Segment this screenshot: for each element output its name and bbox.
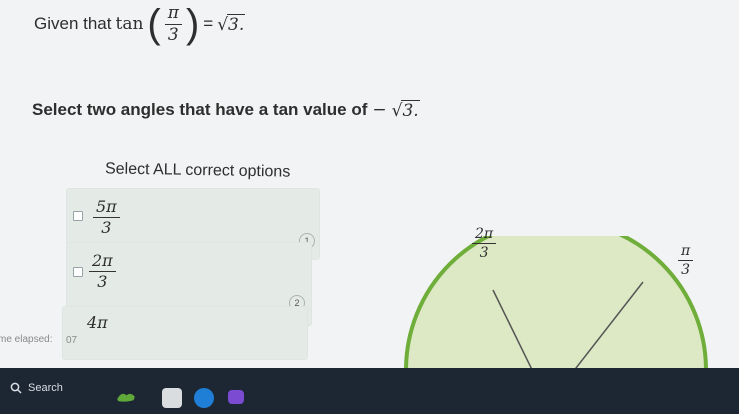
tan-function: tan: [115, 14, 144, 34]
file-explorer-icon[interactable]: [162, 388, 182, 408]
given-fraction: π 3: [164, 4, 182, 44]
taskbar-search[interactable]: Search: [4, 374, 130, 402]
app-icon[interactable]: [228, 390, 244, 404]
time-elapsed-value: 07: [66, 335, 78, 346]
given-prefix: Given that: [34, 14, 112, 33]
negative-sign: −: [372, 100, 387, 120]
taskbar: Search: [0, 368, 739, 414]
given-statement: Given that tan ( π 3 ) = √ 3.: [34, 2, 246, 46]
question-text: Select two angles that have a tan value …: [32, 100, 368, 119]
question-prompt: Select two angles that have a tan value …: [32, 94, 420, 126]
label-pi-over-3: π 3: [678, 244, 694, 277]
time-elapsed-label: me elapsed:: [0, 334, 53, 345]
equals-sign: =: [203, 14, 214, 33]
question-sqrt: √ 3.: [391, 99, 420, 121]
unit-circle-diagram: [404, 236, 708, 368]
option-fraction: 5π 3: [93, 199, 120, 236]
option-fraction: 2π 3: [89, 253, 116, 290]
search-icon: [10, 382, 22, 394]
option-4pi[interactable]: 4π: [62, 306, 308, 360]
question-page: Given that tan ( π 3 ) = √ 3. Select two…: [0, 0, 739, 368]
option-fraction: 4π: [87, 313, 108, 332]
search-label: Search: [28, 382, 63, 394]
unit-circle-arc: [404, 236, 708, 368]
given-sqrt: √ 3.: [217, 13, 246, 35]
browser-icon[interactable]: [194, 388, 214, 408]
widget-icon[interactable]: [116, 386, 136, 406]
time-elapsed: me elapsed: 07: [0, 334, 77, 346]
label-2pi-over-3: 2π 3: [472, 227, 497, 260]
select-all-instruction: Select ALL correct options: [104, 160, 291, 181]
option-checkbox[interactable]: [73, 211, 83, 221]
option-checkbox[interactable]: [73, 267, 83, 277]
